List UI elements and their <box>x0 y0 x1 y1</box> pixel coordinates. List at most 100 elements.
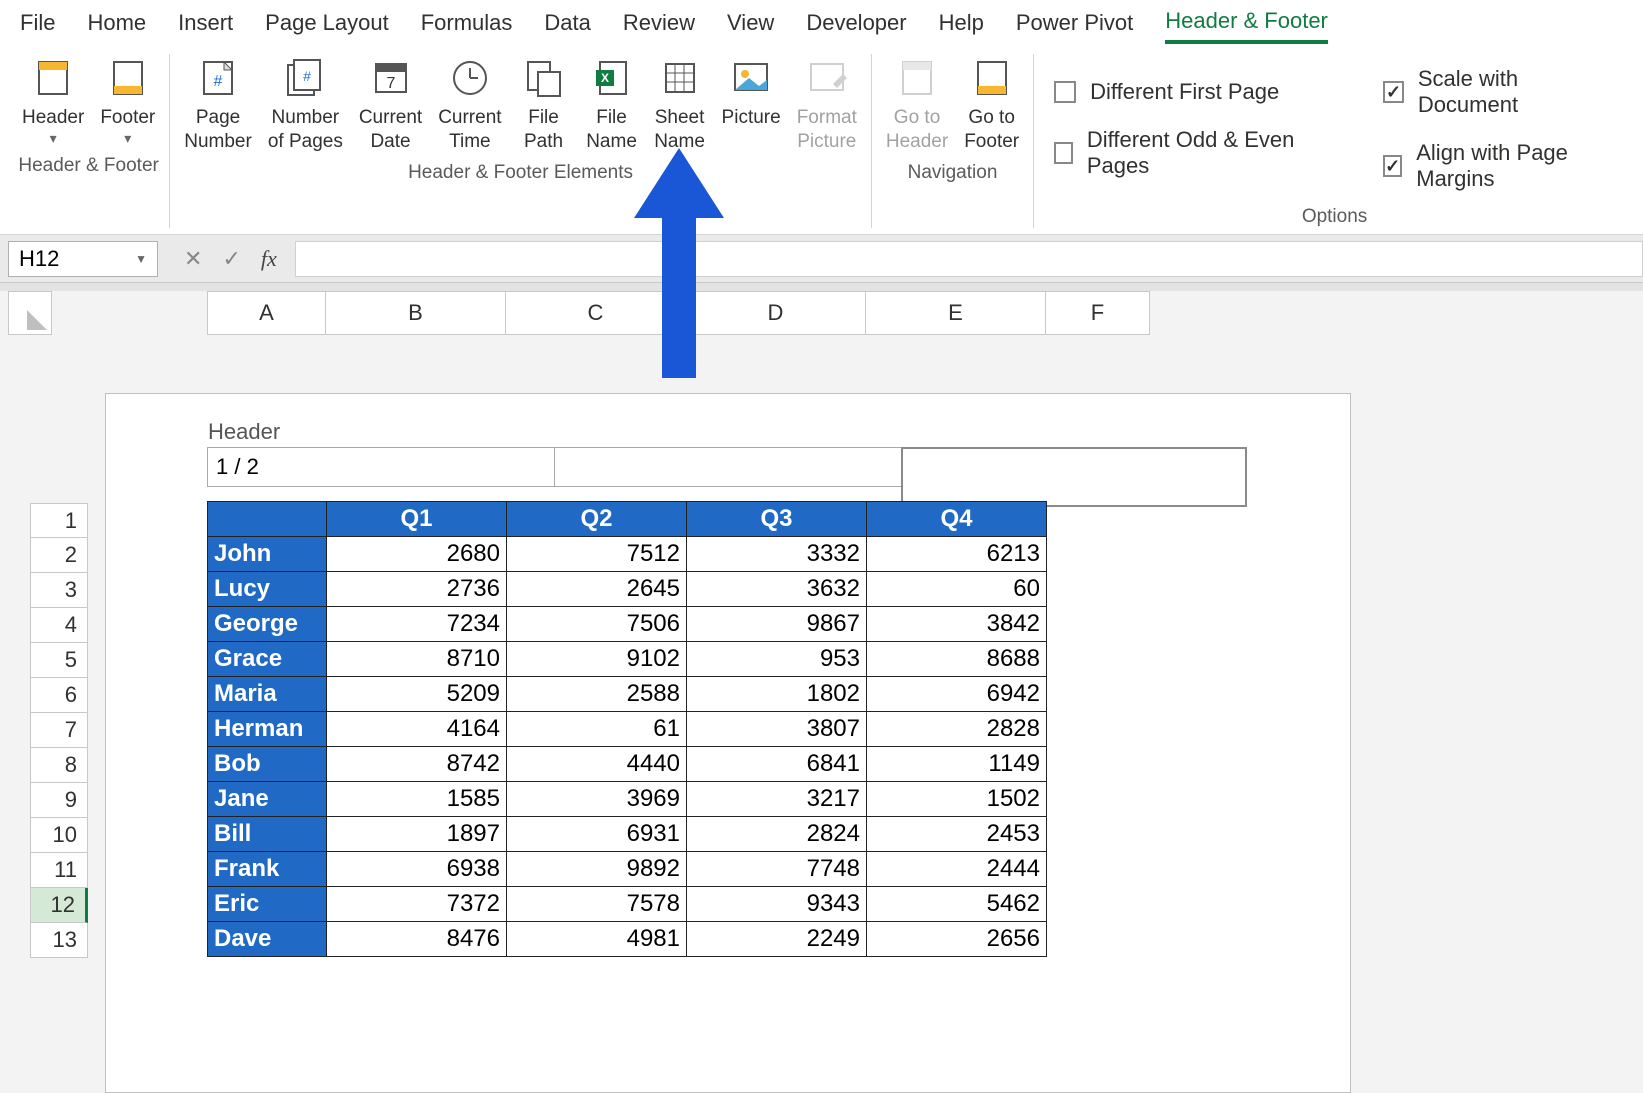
row-head-13[interactable]: 13 <box>30 923 88 958</box>
row-head-7[interactable]: 7 <box>30 713 88 748</box>
col-head-c[interactable]: C <box>506 291 686 335</box>
value-cell[interactable]: 7578 <box>507 887 687 922</box>
table-header[interactable]: Q2 <box>507 502 687 537</box>
value-cell[interactable]: 3217 <box>687 782 867 817</box>
current-time-button[interactable]: Current Time <box>434 54 505 156</box>
tab-home[interactable]: Home <box>87 10 146 42</box>
tab-power-pivot[interactable]: Power Pivot <box>1016 10 1133 42</box>
tab-insert[interactable]: Insert <box>178 10 233 42</box>
different-odd-even-checkbox[interactable]: Different Odd & Even Pages <box>1054 127 1313 179</box>
value-cell[interactable]: 7506 <box>507 607 687 642</box>
tab-formulas[interactable]: Formulas <box>421 10 513 42</box>
value-cell[interactable]: 2736 <box>327 572 507 607</box>
header-button[interactable]: Header ▾ <box>18 54 88 149</box>
value-cell[interactable]: 3332 <box>687 537 867 572</box>
row-head-5[interactable]: 5 <box>30 643 88 678</box>
value-cell[interactable]: 4164 <box>327 712 507 747</box>
value-cell[interactable]: 6213 <box>867 537 1047 572</box>
value-cell[interactable]: 2656 <box>867 922 1047 957</box>
row-head-9[interactable]: 9 <box>30 783 88 818</box>
value-cell[interactable]: 9892 <box>507 852 687 887</box>
value-cell[interactable]: 8742 <box>327 747 507 782</box>
file-path-button[interactable]: File Path <box>514 54 574 156</box>
name-cell[interactable]: Herman <box>208 712 327 747</box>
value-cell[interactable]: 2249 <box>687 922 867 957</box>
value-cell[interactable]: 9867 <box>687 607 867 642</box>
value-cell[interactable]: 5462 <box>867 887 1047 922</box>
value-cell[interactable]: 8710 <box>327 642 507 677</box>
picture-button[interactable]: Picture <box>718 54 785 132</box>
row-head-11[interactable]: 11 <box>30 853 88 888</box>
current-date-button[interactable]: 7 Current Date <box>355 54 426 156</box>
value-cell[interactable]: 9343 <box>687 887 867 922</box>
value-cell[interactable]: 3632 <box>687 572 867 607</box>
tab-review[interactable]: Review <box>623 10 695 42</box>
value-cell[interactable]: 2645 <box>507 572 687 607</box>
value-cell[interactable]: 2444 <box>867 852 1047 887</box>
row-head-8[interactable]: 8 <box>30 748 88 783</box>
value-cell[interactable]: 2453 <box>867 817 1047 852</box>
fx-icon[interactable]: fx <box>261 246 277 272</box>
name-cell[interactable]: Lucy <box>208 572 327 607</box>
name-cell[interactable]: Bill <box>208 817 327 852</box>
value-cell[interactable]: 3842 <box>867 607 1047 642</box>
sheet-name-button[interactable]: Sheet Name <box>650 54 710 156</box>
file-name-button[interactable]: X File Name <box>582 54 642 156</box>
select-all-triangle[interactable] <box>8 291 52 335</box>
value-cell[interactable]: 2824 <box>687 817 867 852</box>
table-header[interactable]: Q1 <box>327 502 507 537</box>
formula-input[interactable] <box>295 241 1643 277</box>
value-cell[interactable]: 2680 <box>327 537 507 572</box>
name-box[interactable]: H12 ▼ <box>8 241 158 277</box>
footer-button[interactable]: Footer ▾ <box>96 54 159 149</box>
value-cell[interactable]: 1897 <box>327 817 507 852</box>
scale-with-document-checkbox[interactable]: Scale with Document <box>1383 66 1609 118</box>
name-cell[interactable]: Grace <box>208 642 327 677</box>
go-to-footer-button[interactable]: Go to Footer <box>960 54 1023 156</box>
row-head-3[interactable]: 3 <box>30 573 88 608</box>
number-of-pages-button[interactable]: # Number of Pages <box>264 54 347 156</box>
value-cell[interactable]: 1802 <box>687 677 867 712</box>
tab-header-footer[interactable]: Header & Footer <box>1165 8 1328 44</box>
enter-icon[interactable]: ✓ <box>222 246 240 272</box>
col-head-e[interactable]: E <box>866 291 1046 335</box>
name-cell[interactable]: Dave <box>208 922 327 957</box>
col-head-d[interactable]: D <box>686 291 866 335</box>
cancel-icon[interactable]: ✕ <box>184 246 202 272</box>
header-center-box[interactable] <box>554 447 901 487</box>
header-left-box[interactable]: 1 / 2 <box>207 447 554 487</box>
row-head-4[interactable]: 4 <box>30 608 88 643</box>
page-number-button[interactable]: # Page Number <box>180 54 256 156</box>
value-cell[interactable]: 1149 <box>867 747 1047 782</box>
value-cell[interactable]: 1585 <box>327 782 507 817</box>
table-header[interactable] <box>208 502 327 537</box>
tab-file[interactable]: File <box>20 10 55 42</box>
name-cell[interactable]: Eric <box>208 887 327 922</box>
value-cell[interactable]: 6942 <box>867 677 1047 712</box>
value-cell[interactable]: 7512 <box>507 537 687 572</box>
value-cell[interactable]: 6938 <box>327 852 507 887</box>
col-head-b[interactable]: B <box>326 291 506 335</box>
value-cell[interactable]: 3807 <box>687 712 867 747</box>
value-cell[interactable]: 5209 <box>327 677 507 712</box>
name-cell[interactable]: George <box>208 607 327 642</box>
col-head-a[interactable]: A <box>207 291 326 335</box>
value-cell[interactable]: 8688 <box>867 642 1047 677</box>
value-cell[interactable]: 61 <box>507 712 687 747</box>
value-cell[interactable]: 1502 <box>867 782 1047 817</box>
value-cell[interactable]: 7748 <box>687 852 867 887</box>
row-head-2[interactable]: 2 <box>30 538 88 573</box>
name-cell[interactable]: John <box>208 537 327 572</box>
table-header[interactable]: Q3 <box>687 502 867 537</box>
value-cell[interactable]: 2828 <box>867 712 1047 747</box>
tab-developer[interactable]: Developer <box>806 10 906 42</box>
name-cell[interactable]: Jane <box>208 782 327 817</box>
tab-help[interactable]: Help <box>939 10 984 42</box>
name-cell[interactable]: Frank <box>208 852 327 887</box>
value-cell[interactable]: 4440 <box>507 747 687 782</box>
value-cell[interactable]: 4981 <box>507 922 687 957</box>
row-head-1[interactable]: 1 <box>30 503 88 538</box>
align-page-margins-checkbox[interactable]: Align with Page Margins <box>1383 140 1609 192</box>
table-header[interactable]: Q4 <box>867 502 1047 537</box>
name-cell[interactable]: Maria <box>208 677 327 712</box>
